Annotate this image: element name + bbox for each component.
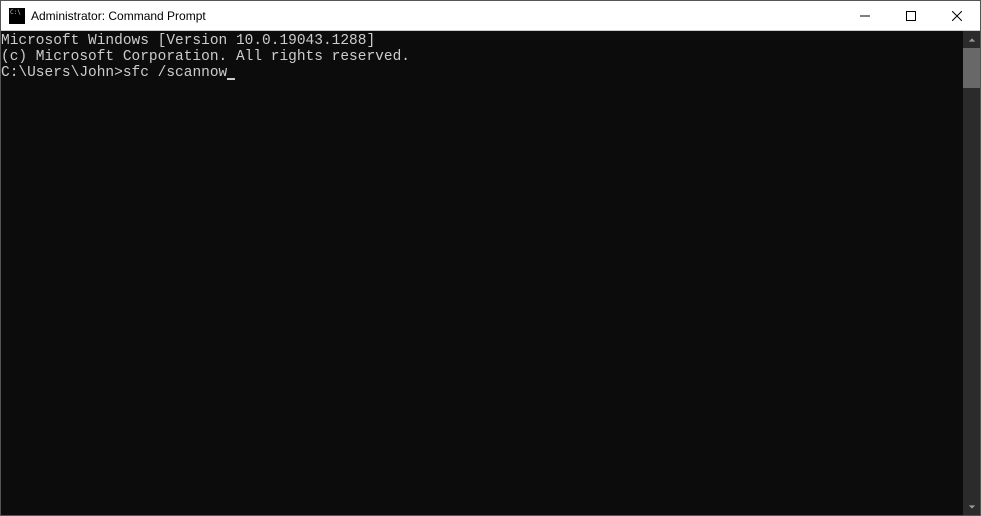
minimize-button[interactable] bbox=[842, 1, 888, 30]
scroll-up-button[interactable] bbox=[963, 31, 980, 48]
prompt-text: C:\Users\John> bbox=[1, 65, 123, 81]
command-input[interactable]: sfc /scannow bbox=[123, 65, 227, 81]
close-icon bbox=[952, 11, 962, 21]
terminal-line: (c) Microsoft Corporation. All rights re… bbox=[1, 49, 963, 65]
close-button[interactable] bbox=[934, 1, 980, 30]
content-area: Microsoft Windows [Version 10.0.19043.12… bbox=[1, 31, 980, 515]
text-cursor bbox=[227, 78, 235, 80]
titlebar[interactable]: Administrator: Command Prompt bbox=[1, 1, 980, 31]
minimize-icon bbox=[860, 11, 870, 21]
maximize-button[interactable] bbox=[888, 1, 934, 30]
terminal-line: Microsoft Windows [Version 10.0.19043.12… bbox=[1, 33, 963, 49]
scroll-track[interactable] bbox=[963, 48, 980, 498]
cmd-icon bbox=[9, 8, 25, 24]
terminal-prompt-line: C:\Users\John>sfc /scannow bbox=[1, 65, 963, 81]
window-controls bbox=[842, 1, 980, 30]
terminal-output[interactable]: Microsoft Windows [Version 10.0.19043.12… bbox=[1, 31, 963, 515]
chevron-up-icon bbox=[968, 36, 976, 44]
command-prompt-window: Administrator: Command Prompt Microsoft bbox=[0, 0, 981, 516]
maximize-icon bbox=[906, 11, 916, 21]
chevron-down-icon bbox=[968, 503, 976, 511]
window-title: Administrator: Command Prompt bbox=[31, 9, 842, 23]
scroll-thumb[interactable] bbox=[963, 48, 980, 88]
scroll-down-button[interactable] bbox=[963, 498, 980, 515]
vertical-scrollbar[interactable] bbox=[963, 31, 980, 515]
